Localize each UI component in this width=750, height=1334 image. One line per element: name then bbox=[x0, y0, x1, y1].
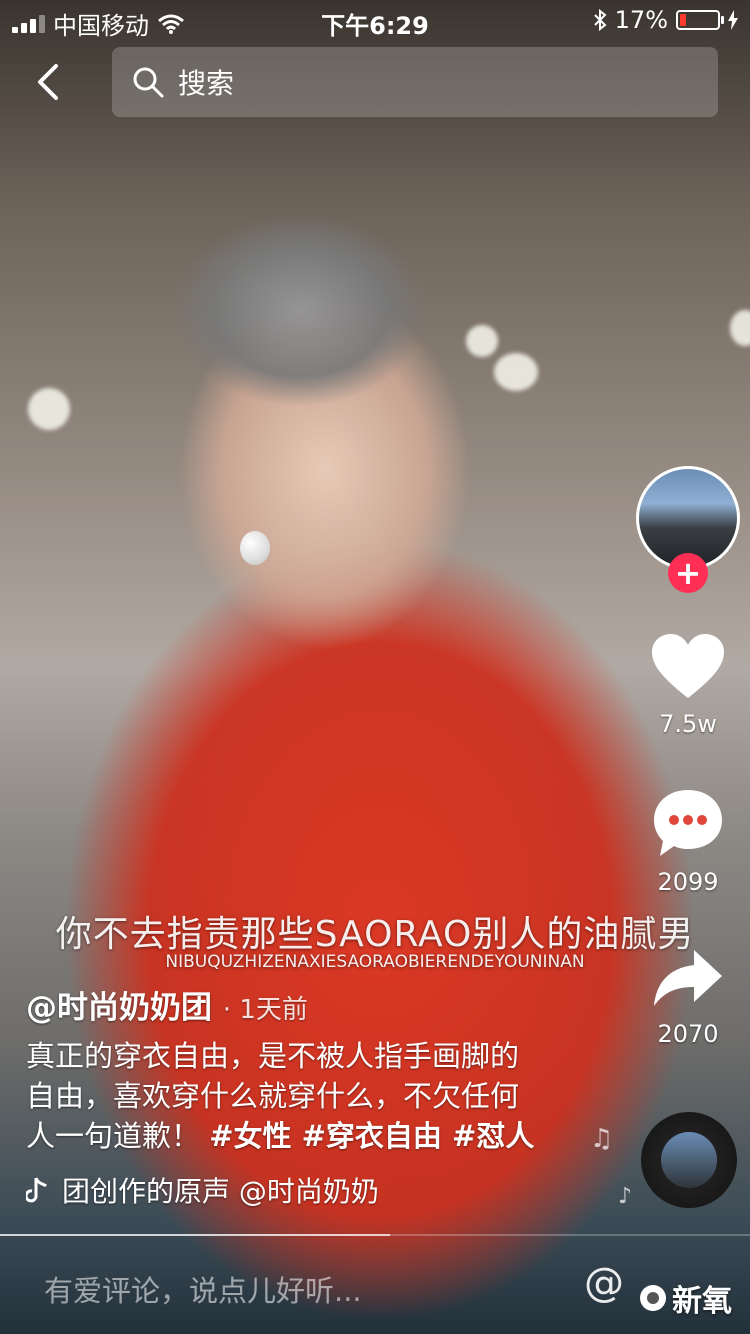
battery-fill bbox=[680, 14, 686, 26]
background-light bbox=[466, 325, 498, 357]
battery-icon bbox=[676, 10, 724, 30]
pearl-earring bbox=[240, 531, 270, 565]
watermark-text: 新氧 bbox=[672, 1284, 732, 1319]
post-author[interactable]: @时尚奶奶团 · 1天前 bbox=[26, 982, 308, 1027]
comment-count: 2099 bbox=[657, 868, 719, 896]
music-note-icon: ♫ bbox=[590, 1124, 614, 1154]
follow-button[interactable]: + bbox=[668, 553, 708, 593]
status-right: 17% bbox=[593, 6, 738, 34]
video-subtitle-pinyin: NIBUQUZHIZENAXIESAORAOBIERENDEYOUNINAN bbox=[165, 952, 585, 972]
like-button[interactable]: 7.5w bbox=[638, 632, 738, 738]
hashtags[interactable]: #女性 #穿衣自由 #怼人 bbox=[209, 1119, 534, 1153]
post-time: · 1天前 bbox=[222, 995, 308, 1025]
comment-icon bbox=[654, 790, 722, 856]
background-light bbox=[730, 310, 750, 346]
search-bar[interactable]: 搜索 bbox=[112, 47, 718, 117]
video-subtitle: 你不去指责那些SAORAO别人的油腻男 bbox=[55, 914, 695, 955]
like-count: 7.5w bbox=[659, 710, 717, 738]
music-disc-icon[interactable] bbox=[641, 1112, 737, 1208]
background-light bbox=[494, 353, 538, 391]
watermark: 新氧 bbox=[640, 1276, 732, 1320]
disc-cover bbox=[661, 1132, 717, 1188]
music-info[interactable]: 团创作的原声 @时尚奶奶 bbox=[26, 1170, 426, 1210]
heart-icon bbox=[652, 634, 724, 698]
battery-percent: 17% bbox=[614, 6, 668, 34]
video-progress-bar[interactable] bbox=[0, 1234, 750, 1236]
comment-input-bar[interactable]: 有爱评论，说点儿好听... @ bbox=[0, 1238, 750, 1334]
post-description: 真正的穿衣自由，是不被人指手画脚的自由，喜欢穿什么就穿什么，不欠任何人一句道歉！… bbox=[26, 1036, 546, 1156]
share-count: 2070 bbox=[657, 1020, 719, 1048]
bluetooth-icon bbox=[593, 9, 607, 31]
status-bar: 中国移动 下午6:29 17% bbox=[0, 0, 750, 40]
search-icon bbox=[133, 67, 164, 98]
music-note-icon: ♪ bbox=[618, 1184, 633, 1209]
video-progress-fill bbox=[0, 1234, 390, 1236]
background-light bbox=[28, 388, 70, 430]
music-note-icon bbox=[26, 1177, 48, 1203]
music-title: 团创作的原声 @时尚奶奶 bbox=[62, 1175, 379, 1208]
watermark-logo-icon bbox=[640, 1285, 666, 1311]
comment-placeholder: 有爱评论，说点儿好听... bbox=[44, 1274, 362, 1308]
search-placeholder: 搜索 bbox=[178, 67, 235, 100]
back-arrow-icon[interactable] bbox=[28, 60, 72, 104]
author-name[interactable]: @时尚奶奶团 bbox=[26, 990, 212, 1026]
charging-icon bbox=[728, 10, 738, 30]
comment-button[interactable]: 2099 bbox=[638, 786, 738, 896]
mention-button[interactable]: @ bbox=[584, 1260, 624, 1306]
